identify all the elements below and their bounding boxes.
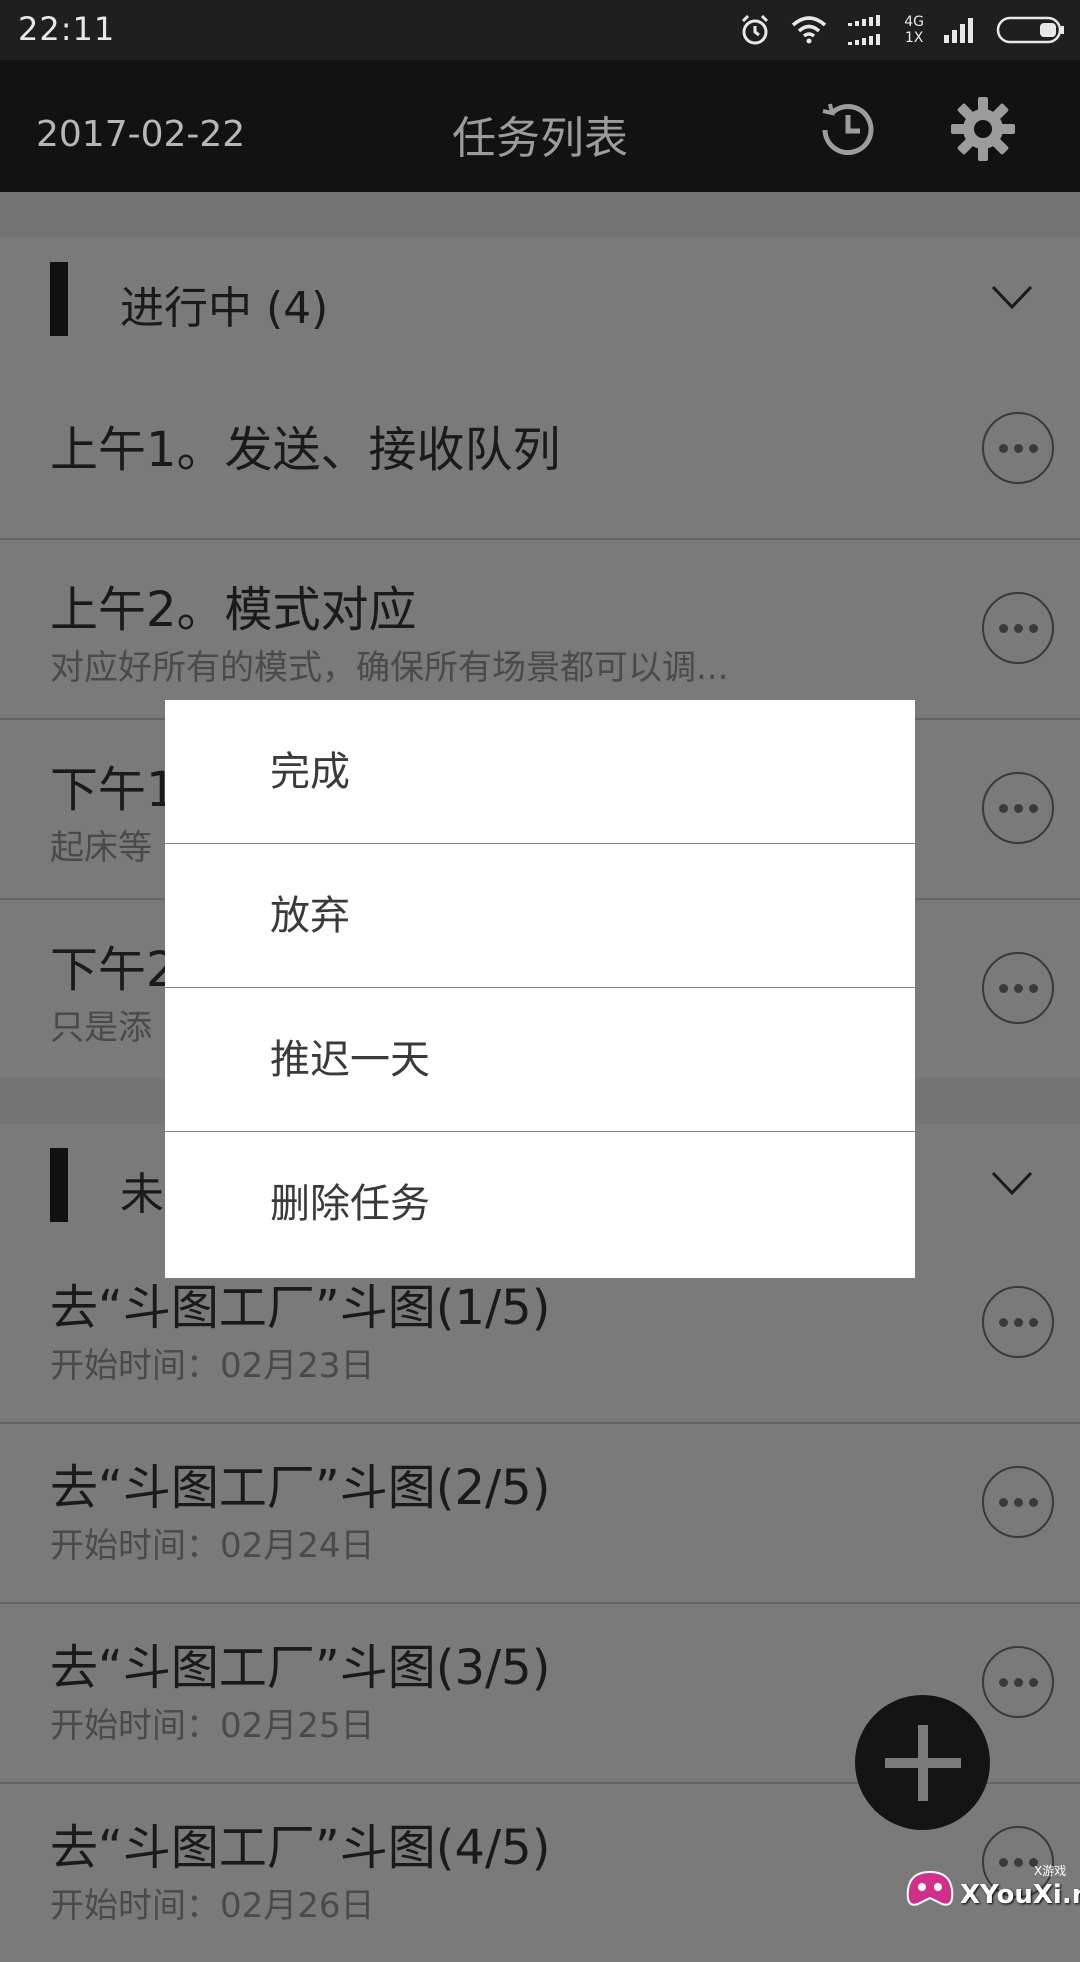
watermark-logo: X游戏 XYouXi.net <box>902 1858 1080 1918</box>
task-row[interactable]: 去“斗图工厂”斗图(2/5) 开始时间：02月24日 <box>0 1424 1080 1604</box>
signal-dual-icon <box>848 15 881 45</box>
history-clock-icon[interactable] <box>815 97 881 163</box>
action-abandon[interactable]: 放弃 <box>165 844 915 988</box>
signal-icon <box>944 18 973 43</box>
action-complete[interactable]: 完成 <box>165 700 915 844</box>
section-title: 进行中 (4) <box>120 283 329 334</box>
chevron-down-icon[interactable] <box>990 1168 1034 1198</box>
gamepad-icon <box>906 1870 954 1906</box>
section-marker <box>50 1148 68 1222</box>
section-gap <box>0 192 1080 238</box>
more-options-button[interactable] <box>982 952 1054 1024</box>
more-options-button[interactable] <box>982 592 1054 664</box>
task-row[interactable]: 上午1。发送、接收队列 <box>0 360 1080 540</box>
battery-icon <box>996 16 1064 44</box>
status-bar: 22:11 4G 1X <box>0 0 1080 60</box>
section-title: 未 <box>120 1169 164 1220</box>
task-title: 去“斗图工厂”斗图(2/5) <box>50 1460 551 1516</box>
task-subtitle: 开始时间：02月25日 <box>50 1706 375 1746</box>
status-time: 22:11 <box>18 10 116 48</box>
task-subtitle: 只是添 <box>50 1008 152 1048</box>
task-title: 下午1 <box>50 762 177 818</box>
watermark-small-text: X游戏 <box>1034 1864 1067 1878</box>
more-options-button[interactable] <box>982 772 1054 844</box>
task-title: 去“斗图工厂”斗图(1/5) <box>50 1280 551 1336</box>
more-options-button[interactable] <box>982 1286 1054 1358</box>
task-subtitle: 开始时间：02月23日 <box>50 1346 375 1386</box>
task-title: 去“斗图工厂”斗图(3/5) <box>50 1640 551 1696</box>
task-subtitle: 起床等 <box>50 828 152 868</box>
task-title: 上午2。模式对应 <box>50 582 417 638</box>
section-header-in-progress[interactable]: 进行中 (4) <box>0 238 1080 360</box>
settings-gear-icon[interactable] <box>948 94 1018 164</box>
task-subtitle: 对应好所有的模式，确保所有场景都可以调... <box>50 648 729 688</box>
app-bar: 2017-02-22 任务列表 <box>0 60 1080 192</box>
task-title: 下午2 <box>50 942 177 998</box>
task-subtitle: 开始时间：02月24日 <box>50 1526 375 1566</box>
alarm-icon <box>742 14 769 45</box>
plus-icon <box>884 1724 961 1801</box>
action-delete-task[interactable]: 删除任务 <box>165 1132 915 1276</box>
more-options-button[interactable] <box>982 1646 1054 1718</box>
action-postpone-one-day[interactable]: 推迟一天 <box>165 988 915 1132</box>
status-icons: 4G 1X <box>738 8 1066 52</box>
more-options-button[interactable] <box>982 1466 1054 1538</box>
network-type: 4G 1X <box>904 14 924 46</box>
wifi-icon <box>792 16 827 44</box>
task-action-dialog: 完成 放弃 推迟一天 删除任务 <box>165 700 915 1278</box>
watermark-text: XYouXi.net <box>960 1880 1080 1910</box>
add-task-button[interactable] <box>855 1695 990 1830</box>
more-options-button[interactable] <box>982 412 1054 484</box>
task-title: 上午1。发送、接收队列 <box>50 422 561 478</box>
page-title: 任务列表 <box>452 113 628 164</box>
section-marker <box>50 262 68 336</box>
task-title: 去“斗图工厂”斗图(4/5) <box>50 1820 551 1876</box>
task-row[interactable]: 上午2。模式对应 对应好所有的模式，确保所有场景都可以调... <box>0 540 1080 720</box>
chevron-down-icon[interactable] <box>990 282 1034 312</box>
